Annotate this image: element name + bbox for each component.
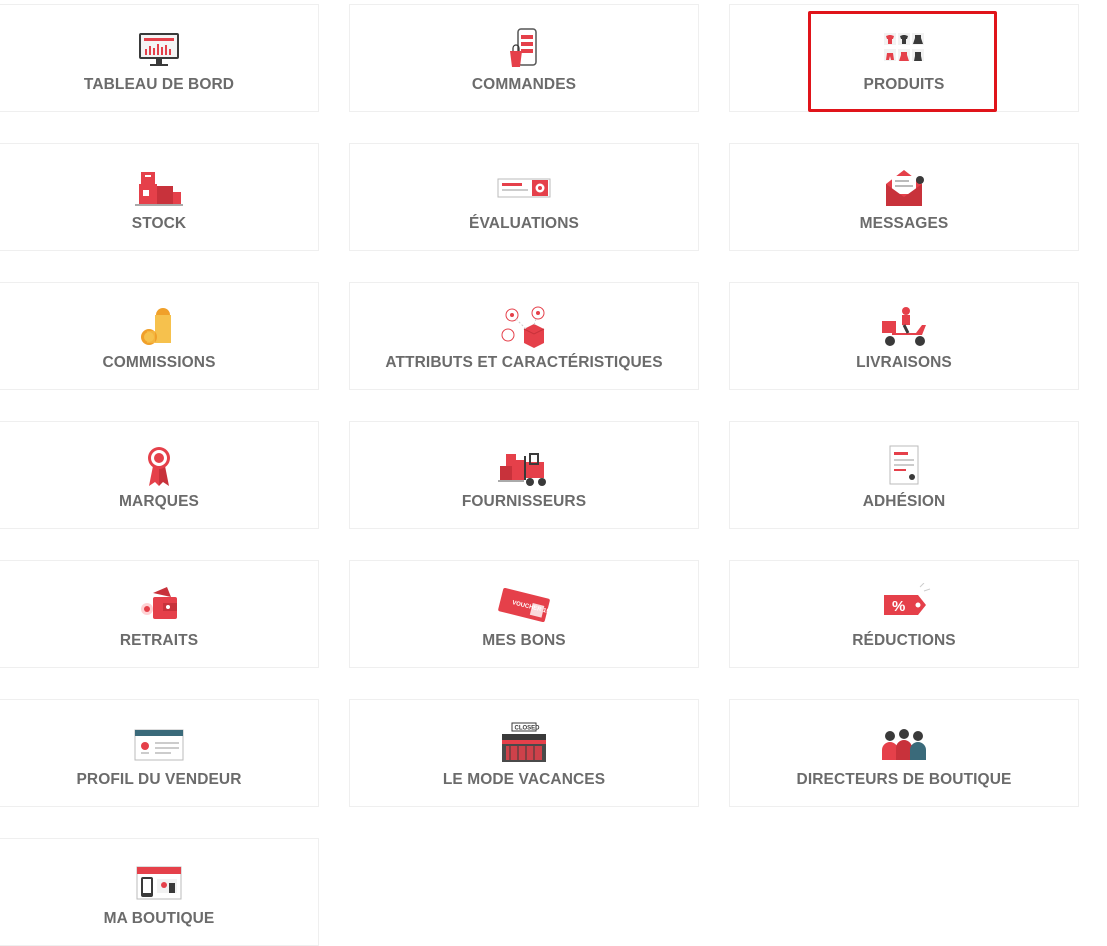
tile-label: STOCK — [131, 215, 187, 232]
tile-label: MARQUES — [119, 493, 199, 510]
tile-commandes[interactable]: COMMANDES — [349, 4, 699, 112]
tile-messages[interactable]: MESSAGES — [729, 143, 1079, 251]
tile-label: MA BOUTIQUE — [103, 910, 215, 927]
discount-percent-text: % — [892, 598, 905, 615]
tile-label: DIRECTEURS DE BOUTIQUE — [796, 771, 1012, 788]
tile-label: ATTRIBUTS ET CARACTÉRISTIQUES — [385, 354, 663, 371]
tile-profil-du-vendeur[interactable]: PROFIL DU VENDEUR — [0, 699, 319, 807]
tile-label: COMMANDES — [471, 76, 577, 93]
suppliers-forklift-icon — [496, 444, 552, 488]
tile-ma-boutique[interactable]: MA BOUTIQUE — [0, 838, 319, 946]
tile-tableau-de-bord[interactable]: TABLEAU DE BORD — [0, 4, 319, 112]
tile-commissions[interactable]: COMMISSIONS — [0, 282, 319, 390]
tile-label: LIVRAISONS — [856, 354, 952, 371]
tile-le-mode-vacances[interactable]: CLOSED LE MODE VACANCES — [349, 699, 699, 807]
vacation-store-icon: CLOSED — [496, 722, 552, 766]
tile-fournisseurs[interactable]: FOURNISSEURS — [349, 421, 699, 529]
tile-livraisons[interactable]: LIVRAISONS — [729, 282, 1079, 390]
tile-label: ÉVALUATIONS — [469, 215, 579, 232]
tile-label: MES BONS — [482, 632, 566, 649]
tile-retraits[interactable]: RETRAITS — [0, 560, 319, 668]
my-shop-storefront-icon — [131, 861, 187, 905]
tile-directeurs-de-boutique[interactable]: DIRECTEURS DE BOUTIQUE — [729, 699, 1079, 807]
messages-envelope-icon — [876, 166, 932, 210]
tile-label: TABLEAU DE BORD — [83, 76, 235, 93]
vouchers-ticket-icon: VOUCHER 15% — [496, 583, 552, 627]
delivery-scooter-icon — [876, 305, 932, 349]
tile-mes-bons[interactable]: VOUCHER 15% MES BONS — [349, 560, 699, 668]
tile-label: RÉDUCTIONS — [852, 632, 956, 649]
tile-produits[interactable]: PRODUITS — [729, 4, 1079, 112]
brands-ribbon-icon — [131, 444, 187, 488]
tile-label: COMMISSIONS — [102, 354, 216, 371]
products-clothes-icon — [876, 27, 932, 71]
tile-attributs-et-caracteristiques[interactable]: ATTRIBUTS ET CARACTÉRISTIQUES — [349, 282, 699, 390]
tile-label: LE MODE VACANCES — [442, 771, 606, 788]
tile-label: PRODUITS — [863, 76, 945, 93]
membership-document-icon — [876, 444, 932, 488]
tile-reductions[interactable]: % RÉDUCTIONS — [729, 560, 1079, 668]
tile-label: FOURNISSEURS — [461, 493, 587, 510]
tile-label: MESSAGES — [859, 215, 949, 232]
dashboard-monitor-icon — [131, 27, 187, 71]
tile-label: PROFIL DU VENDEUR — [76, 771, 242, 788]
reviews-rating-icon — [496, 166, 552, 210]
orders-phone-icon — [496, 27, 552, 71]
tile-evaluations[interactable]: ÉVALUATIONS — [349, 143, 699, 251]
tile-adhesion[interactable]: ADHÉSION — [729, 421, 1079, 529]
discounts-tag-icon: % — [876, 583, 932, 627]
tile-label: ADHÉSION — [862, 493, 946, 510]
tile-marques[interactable]: MARQUES — [0, 421, 319, 529]
shop-managers-people-icon — [876, 722, 932, 766]
tile-stock[interactable]: STOCK — [0, 143, 319, 251]
withdrawals-wallet-icon — [131, 583, 187, 627]
tile-label: RETRAITS — [119, 632, 199, 649]
vendor-profile-icon — [131, 722, 187, 766]
closed-sign-text: CLOSED — [515, 726, 541, 732]
stock-boxes-icon — [131, 166, 187, 210]
attributes-box-icon — [496, 305, 552, 349]
commissions-coins-icon — [131, 305, 187, 349]
